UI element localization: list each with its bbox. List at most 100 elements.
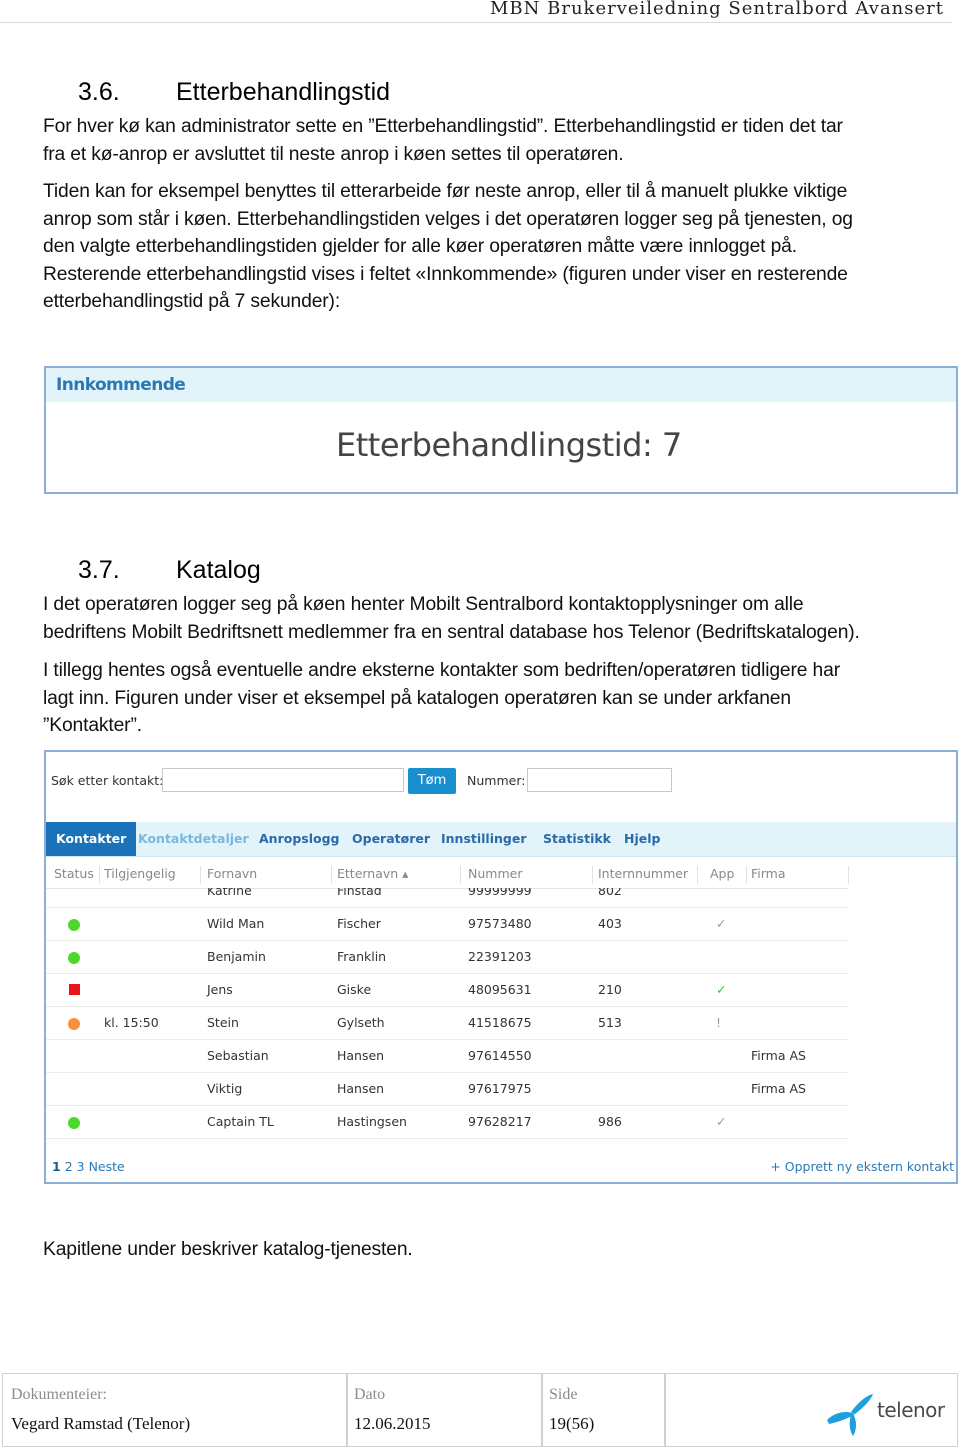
table-row[interactable]: Jens Giske 48095631 210 ✓	[46, 973, 848, 1007]
column-header-last-name[interactable]: Etternavn ▴	[337, 866, 408, 881]
column-header-available[interactable]: Tilgjengelig	[104, 866, 176, 881]
column-header-number[interactable]: Nummer	[468, 866, 522, 881]
cell-app: ✓	[716, 982, 727, 997]
cell-last-name: Hansen	[337, 1081, 385, 1096]
table-row[interactable]: Captain TL Hastingsen 97628217 986 ✓	[46, 1105, 848, 1139]
table-row[interactable]: Katrine Finstad 99999999 802	[46, 888, 848, 908]
cell-number: 99999999	[468, 888, 532, 898]
cell-first-name: Katrine	[207, 888, 252, 898]
column-divider	[697, 866, 698, 884]
cell-available: kl. 15:50	[104, 1015, 159, 1030]
text-line: Resterende etterbehandlingstid vises i f…	[43, 263, 848, 285]
section-heading-3-7: 3.7. Katalog	[78, 556, 261, 585]
catalog-figure: Søk etter kontakt: Tøm Nummer: Kontakter…	[44, 750, 958, 1184]
paragraph: I tillegg hentes også eventuelle andre e…	[43, 657, 953, 740]
cell-number: 97573480	[468, 916, 532, 931]
tab-operatorer[interactable]: Operatører	[342, 822, 440, 856]
column-divider	[592, 866, 593, 884]
text-line: I det operatøren logger seg på køen hent…	[43, 594, 804, 615]
table-row[interactable]: kl. 15:50 Stein Gylseth 41518675 513!	[46, 1006, 848, 1040]
cell-number: 48095631	[468, 982, 532, 997]
column-header-company[interactable]: Firma	[751, 866, 786, 881]
column-header-app[interactable]: App	[710, 866, 734, 881]
section-number: 3.6.	[78, 78, 120, 106]
text-line: ”Kontakter”.	[43, 715, 142, 736]
contacts-table-body: Katrine Finstad 99999999 802 Wild Man Fischer…	[46, 888, 848, 1142]
table-row[interactable]: Sebastian Hansen 97614550 Firma AS	[46, 1039, 848, 1073]
cell-last-name: Giske	[337, 982, 372, 997]
clear-button[interactable]: Tøm	[408, 768, 456, 794]
paragraph: I det operatøren logger seg på køen hent…	[43, 591, 953, 646]
table-row[interactable]: Wild Man Fischer 97573480 403 ✓	[46, 907, 848, 941]
date-value: 12.06.2015	[354, 1414, 431, 1433]
document-title: MBN Brukerveiledning Sentralbord Avanser…	[489, 0, 944, 19]
cell-internal: 802	[598, 888, 622, 898]
column-divider	[331, 866, 332, 884]
page-label: Side	[549, 1386, 578, 1403]
text-line: lagt inn. Figuren under viser et eksempe…	[43, 687, 791, 709]
cell-company: Firma AS	[751, 1081, 806, 1096]
table-row[interactable]	[46, 1138, 848, 1142]
search-input[interactable]	[162, 768, 404, 792]
search-row: Søk etter kontakt: Tøm Nummer:	[46, 752, 956, 822]
cell-first-name: Jens	[207, 982, 233, 997]
cell-number: 97614550	[468, 1048, 532, 1063]
cell-app: ✓	[716, 916, 727, 931]
cell-app: ✓	[716, 1114, 727, 1129]
cell-number: 22391203	[468, 949, 532, 964]
cell-last-name: Gylseth	[337, 1015, 385, 1030]
tab-kontaktdetaljer[interactable]: Kontaktdetaljer	[128, 822, 259, 856]
column-header-first-name[interactable]: Fornavn	[207, 866, 257, 881]
section-heading-3-6: 3.6. Etterbehandlingstid	[78, 78, 390, 107]
tab-statistikk[interactable]: Statistikk	[533, 822, 621, 856]
cell-first-name: Captain TL	[207, 1114, 274, 1129]
column-header-internal[interactable]: Internnummer	[598, 866, 688, 881]
wrap-up-time-readout: Etterbehandlingstid: 7	[336, 426, 682, 464]
cell-last-name: Hansen	[337, 1048, 385, 1063]
text-line: bedriftens Mobilt Bedriftsnett medlemmer…	[43, 621, 860, 643]
tab-kontakter[interactable]: Kontakter	[46, 822, 137, 856]
table-row[interactable]: Benjamin Franklin 22391203	[46, 940, 848, 974]
text-line: etterbehandlingstid på 7 sekunder):	[43, 291, 341, 312]
create-external-contact-link[interactable]: + Opprett ny ekstern kontakt	[770, 1159, 954, 1174]
cell-internal: 403	[598, 916, 622, 931]
telenor-logo: telenor	[825, 1390, 945, 1438]
cell-number: 97617975	[468, 1081, 532, 1096]
next-page-link[interactable]: Neste	[89, 1159, 125, 1174]
text-line: Tiden kan for eksempel benyttes til ette…	[43, 181, 848, 202]
tab-anropslogg[interactable]: Anropslogg	[249, 822, 349, 856]
column-divider	[460, 866, 461, 884]
section-number: 3.7.	[78, 556, 120, 584]
page-current[interactable]: 1	[52, 1159, 61, 1174]
status-away-icon	[68, 1018, 80, 1030]
page-footer: Dokumenteier: Vegard Ramstad (Telenor) D…	[2, 1373, 958, 1447]
footer-date-cell: Dato 12.06.2015	[346, 1374, 543, 1446]
closing-paragraph: Kapitlene under beskriver katalog-tjenes…	[43, 1239, 413, 1260]
page-value: 19(56)	[549, 1414, 595, 1433]
pagination: 1 2 3 Neste	[52, 1159, 125, 1174]
column-header-status[interactable]: Status	[54, 866, 94, 881]
logo-text: telenor	[877, 1398, 945, 1422]
table-row[interactable]: Viktig Hansen 97617975 Firma AS	[46, 1072, 848, 1106]
section-title: Katalog	[176, 556, 261, 584]
cell-last-name: Hastingsen	[337, 1114, 407, 1129]
column-divider	[746, 866, 747, 884]
tab-innstillinger[interactable]: Innstillinger	[431, 822, 537, 856]
tab-hjelp[interactable]: Hjelp	[614, 822, 670, 856]
number-input[interactable]	[527, 768, 672, 792]
paragraph: For hver kø kan administrator sette en ”…	[43, 113, 953, 168]
page-link[interactable]: 3	[77, 1159, 85, 1174]
incoming-panel-figure: Innkommende Etterbehandlingstid: 7	[44, 366, 958, 494]
cell-internal: 513	[598, 1015, 622, 1030]
text-line: fra et kø-anrop er avsluttet til neste a…	[43, 143, 624, 165]
page-link[interactable]: 2	[65, 1159, 73, 1174]
cell-internal: 210	[598, 982, 622, 997]
incoming-panel-header: Innkommende	[46, 368, 956, 402]
cell-company: Firma AS	[751, 1048, 806, 1063]
section-title: Etterbehandlingstid	[176, 78, 391, 106]
column-divider	[99, 866, 100, 884]
paragraph: Tiden kan for eksempel benyttes til ette…	[43, 178, 953, 316]
text-line: For hver kø kan administrator sette en ”…	[43, 116, 843, 137]
footer-page-cell: Side 19(56)	[541, 1374, 666, 1446]
number-label: Nummer:	[467, 773, 526, 788]
